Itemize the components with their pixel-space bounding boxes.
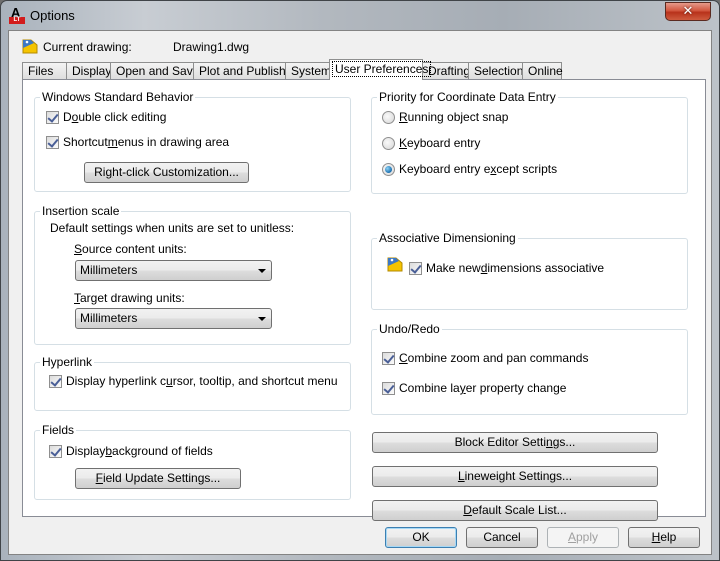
checkbox-checked-icon bbox=[46, 135, 59, 149]
tab-system[interactable]: System bbox=[285, 62, 331, 80]
title-bar[interactable]: A LT Options ✕ bbox=[1, 1, 719, 30]
windows-standard-behavior-group: Windows Standard Behavior Do uble click e… bbox=[34, 90, 351, 192]
user-preferences-panel: Windows Standard Behavior Do uble click e… bbox=[22, 79, 706, 521]
ok-button[interactable]: OK bbox=[385, 527, 457, 548]
radio-unselected-icon bbox=[382, 136, 395, 150]
group-title: Fields bbox=[40, 423, 77, 437]
checkbox-checked-icon bbox=[46, 110, 59, 124]
tab-files[interactable]: Files bbox=[22, 62, 67, 80]
shortcut-menus-checkbox[interactable]: Shortcut m enus in drawing area bbox=[46, 135, 229, 149]
autocad-lt-icon: A LT bbox=[9, 5, 25, 24]
checkbox-checked-icon bbox=[382, 381, 395, 395]
keyboard-entry-radio[interactable]: Keyboard entry bbox=[382, 136, 480, 150]
coordinate-priority-group: Priority for Coordinate Data Entry Runni… bbox=[371, 90, 688, 194]
source-units-label: Source content units: bbox=[74, 242, 187, 256]
fields-group: Fields Display b ackground of fields Fiel… bbox=[34, 423, 351, 500]
make-dimensions-associative-checkbox[interactable]: Make new d imensions associative bbox=[409, 261, 604, 275]
group-title: Hyperlink bbox=[40, 355, 95, 369]
current-drawing-value: Drawing1.dwg bbox=[173, 40, 250, 54]
group-title: Undo/Redo bbox=[377, 322, 442, 336]
field-update-settings-button[interactable]: Field Update Settings... bbox=[75, 468, 241, 489]
drawing-file-icon bbox=[387, 257, 403, 275]
target-units-dropdown[interactable]: Millimeters bbox=[75, 308, 272, 329]
lineweight-settings-button[interactable]: Lineweight Settings... bbox=[372, 466, 658, 487]
window-title: Options bbox=[30, 8, 75, 23]
close-button[interactable]: ✕ bbox=[665, 2, 711, 21]
checkbox-checked-icon bbox=[49, 444, 62, 458]
source-units-dropdown[interactable]: Millimeters bbox=[75, 260, 272, 281]
combine-zoom-pan-checkbox[interactable]: Combine zoom and pan commands bbox=[382, 351, 588, 365]
hyperlink-group: Hyperlink Display hyperlink c u rsor, tool… bbox=[34, 355, 351, 411]
group-title: Windows Standard Behavior bbox=[40, 90, 196, 104]
tab-user-preferences[interactable]: User Preferences bbox=[329, 59, 432, 80]
tab-open-and-save[interactable]: Open and Save bbox=[110, 62, 199, 80]
display-background-checkbox[interactable]: Display b ackground of fields bbox=[49, 444, 213, 458]
combine-layer-property-checkbox[interactable]: Combine la y er property change bbox=[382, 381, 566, 395]
associative-dimensioning-group: Associative Dimensioning Make new d imens… bbox=[371, 231, 688, 310]
tab-online[interactable]: Online bbox=[522, 62, 563, 80]
dialog-client: Current drawing: Drawing1.dwg Files Disp… bbox=[8, 30, 712, 555]
insertion-scale-group: Insertion scale Default settings when un… bbox=[34, 204, 351, 345]
group-title: Priority for Coordinate Data Entry bbox=[377, 90, 558, 104]
running-object-snap-radio[interactable]: Running object snap bbox=[382, 110, 508, 124]
radio-selected-icon bbox=[382, 162, 395, 176]
right-click-customization-button[interactable]: Right-click Customization... bbox=[84, 162, 249, 183]
keyboard-entry-except-scripts-radio[interactable]: Keyboard entry e x cept scripts bbox=[382, 162, 557, 176]
options-dialog: A LT Options ✕ Current drawing: Drawing1.… bbox=[0, 0, 720, 561]
checkbox-checked-icon bbox=[382, 351, 395, 365]
tab-plot-and-publish[interactable]: Plot and Publish bbox=[193, 62, 286, 80]
drawing-file-icon bbox=[22, 39, 38, 54]
undo-redo-group: Undo/Redo Combine zoom and pan commands … bbox=[371, 322, 688, 415]
chevron-down-icon bbox=[258, 317, 266, 321]
double-click-editing-checkbox[interactable]: Do uble click editing bbox=[46, 110, 166, 124]
checkbox-checked-icon bbox=[409, 261, 422, 275]
group-title: Associative Dimensioning bbox=[377, 231, 518, 245]
default-scale-list-button[interactable]: Default Scale List... bbox=[372, 500, 658, 521]
tab-display[interactable]: Display bbox=[66, 62, 111, 80]
display-hyperlink-checkbox[interactable]: Display hyperlink c u rsor, tooltip, and s… bbox=[49, 374, 338, 388]
group-title: Insertion scale bbox=[40, 204, 122, 218]
apply-button[interactable]: Apply bbox=[547, 527, 619, 548]
radio-unselected-icon bbox=[382, 110, 395, 124]
current-drawing-label: Current drawing: bbox=[43, 40, 132, 54]
chevron-down-icon bbox=[258, 269, 266, 273]
checkbox-checked-icon bbox=[49, 374, 62, 388]
target-units-label: Target drawing units: bbox=[74, 291, 185, 305]
unitless-description: Default settings when units are set to u… bbox=[50, 221, 295, 235]
block-editor-settings-button[interactable]: Block Editor Settings... bbox=[372, 432, 658, 453]
tab-selection[interactable]: Selection bbox=[468, 62, 523, 80]
close-icon: ✕ bbox=[682, 4, 694, 19]
help-button[interactable]: Help bbox=[628, 527, 700, 548]
cancel-button[interactable]: Cancel bbox=[466, 527, 538, 548]
